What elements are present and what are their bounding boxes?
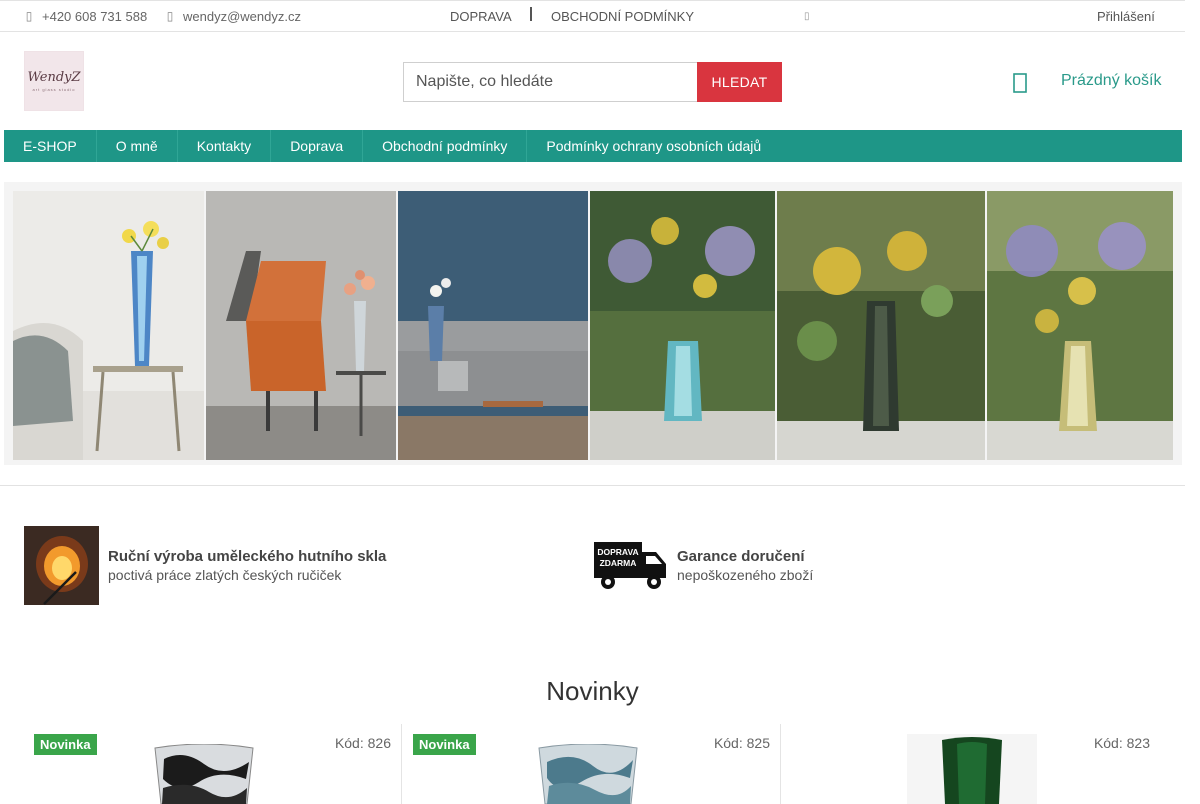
truck-text-line-2: ZDARMA [600, 558, 637, 568]
logo[interactable]: WendyZ art glass studio [24, 51, 84, 111]
banner-photo-4 [590, 191, 775, 460]
search-button[interactable]: HLEDAT [697, 62, 782, 102]
new-badge: Novinka [413, 734, 476, 755]
benefit-subtitle: nepoškozeného zboží [677, 566, 814, 583]
banner-photo-2 [206, 191, 396, 460]
product-code: Kód: 826 [334, 735, 391, 751]
phone-icon: ▯ [25, 9, 33, 23]
logo-text: WendyZ [27, 70, 81, 85]
top-bar: ▯ +420 608 731 588 ▯ wendyz@wendyz.cz DO… [0, 0, 1185, 32]
truck-text-line-1: DOPRAVA [597, 547, 638, 557]
email-address[interactable]: wendyz@wendyz.cz [183, 9, 301, 24]
product-card[interactable]: Novinka Kód: 825 [403, 724, 781, 804]
product-image[interactable] [149, 744, 259, 804]
nav-item-eshop[interactable]: E-SHOP [4, 130, 97, 162]
email-contact[interactable]: ▯ wendyz@wendyz.cz [165, 1, 301, 31]
benefit-subtitle: poctivá práce zlatých českých ručiček [108, 567, 342, 583]
nav-item-doprava[interactable]: Doprava [271, 130, 364, 162]
phone-number[interactable]: +420 608 731 588 [42, 9, 147, 24]
new-badge: Novinka [34, 734, 97, 755]
login-link[interactable]: Přihlášení [1097, 1, 1155, 31]
main-nav: E-SHOP O mně Kontakty Doprava Obchodní p… [4, 130, 1182, 162]
nav-item-kontakty[interactable]: Kontakty [178, 130, 272, 162]
mail-icon: ▯ [166, 9, 174, 23]
glass-furnace-image [24, 526, 99, 605]
top-separator [530, 7, 532, 21]
nav-item-o-mne[interactable]: O mně [97, 130, 178, 162]
nav-item-obchodni-podminky[interactable]: Obchodní podmínky [363, 130, 528, 162]
banner-photo-1 [13, 191, 204, 460]
cart-label[interactable]: Prázdný košík [1061, 72, 1161, 90]
benefit-handmade: Ruční výroba uměleckého hutního skla poc… [24, 526, 386, 605]
benefit-delivery: DOPRAVA ZDARMA Garance doručení nepoškoz… [592, 540, 813, 590]
product-image[interactable] [907, 734, 1037, 804]
cart-icon[interactable] [1013, 72, 1027, 94]
nav-item-ochrana-udaju[interactable]: Podmínky ochrany osobních údajů [527, 130, 780, 162]
benefit-title: Garance doručení [677, 547, 805, 565]
search-input[interactable] [403, 62, 697, 102]
product-card[interactable]: Kód: 823 [782, 724, 1160, 804]
more-icon[interactable]: ▯ [804, 11, 810, 22]
logo-subtext: art glass studio [32, 87, 76, 92]
banner-photo-5 [777, 191, 985, 460]
toplink-obchodni-podminky[interactable]: OBCHODNÍ PODMÍNKY [551, 1, 694, 31]
banner-photo-6 [987, 191, 1173, 460]
section-divider [0, 485, 1185, 486]
search-form: HLEDAT [403, 62, 782, 102]
hero-banner[interactable] [13, 191, 1173, 460]
truck-icon: DOPRAVA ZDARMA [594, 542, 666, 589]
benefit-title: Ruční výroba uměleckého hutního skla [108, 548, 387, 565]
product-card[interactable]: Novinka Kód: 826 [24, 724, 402, 804]
product-code: Kód: 825 [713, 735, 770, 751]
product-code: Kód: 823 [1093, 735, 1150, 751]
banner-photo-3 [398, 191, 588, 460]
phone-contact[interactable]: ▯ +420 608 731 588 [24, 1, 148, 31]
section-title-novinky: Novinky [546, 676, 639, 706]
product-image[interactable] [533, 744, 643, 804]
toplink-doprava[interactable]: DOPRAVA [450, 1, 512, 31]
